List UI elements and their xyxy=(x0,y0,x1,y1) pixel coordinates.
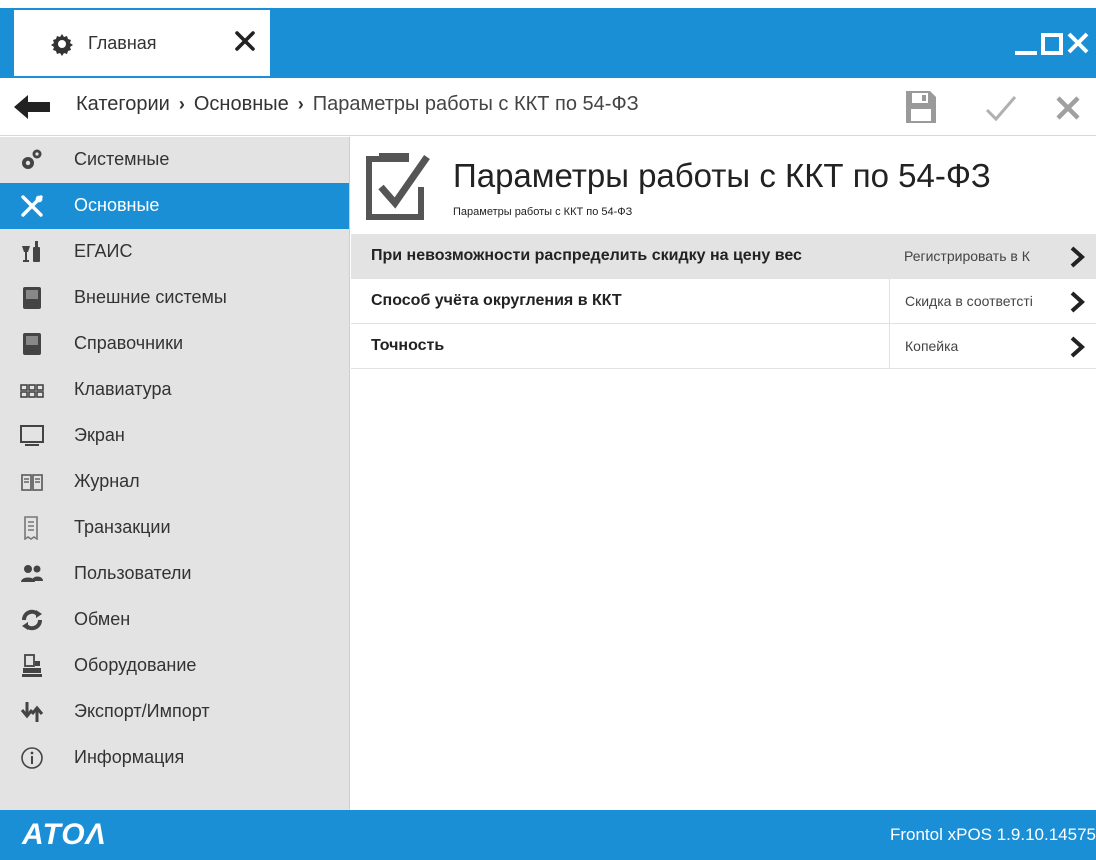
version-label: Frontol xPOS 1.9.10.14575 xyxy=(889,825,1096,844)
sidebar-item-egais[interactable]: ЕГАИС xyxy=(0,229,349,275)
close-icon[interactable] xyxy=(234,30,256,52)
sidebar-item-label: Справочники xyxy=(74,333,184,353)
page-title: Параметры работы с ККТ по 54-ФЗ xyxy=(453,157,991,194)
chevron-right-icon xyxy=(1070,336,1085,358)
open-book-icon xyxy=(21,474,43,491)
setting-value: Копейка xyxy=(889,324,1065,368)
sidebar-item-system[interactable]: Системные xyxy=(0,137,349,183)
sidebar: Системные Основные ЕГАИС Внешние системы… xyxy=(0,137,350,810)
maximize-icon[interactable] xyxy=(1040,28,1064,58)
settings-row-discount-distribution[interactable]: При невозможности распределить скидку на… xyxy=(351,234,1096,279)
brand-logo: ATOΛ xyxy=(22,818,107,851)
back-arrow-icon[interactable] xyxy=(14,95,50,119)
main-panel: Параметры работы с ККТ по 54-ФЗ Параметр… xyxy=(351,137,1096,810)
sidebar-item-label: Обмен xyxy=(74,609,131,629)
status-bar: ATOΛ Frontol xPOS 1.9.10.14575 xyxy=(0,810,1096,860)
breadcrumb-item-categories[interactable]: Категории xyxy=(76,93,170,116)
sidebar-item-equipment[interactable]: Оборудование xyxy=(0,643,349,689)
sidebar-item-users[interactable]: Пользователи xyxy=(0,551,349,597)
checkmark-icon[interactable] xyxy=(985,94,1017,122)
page-subtitle: Параметры работы с ККТ по 54-ФЗ xyxy=(453,206,633,218)
sidebar-item-label: Транзакции xyxy=(74,517,171,537)
users-icon xyxy=(21,565,43,582)
setting-value: Регистрировать в К xyxy=(904,248,1030,264)
sidebar-item-screen[interactable]: Экран xyxy=(0,413,349,459)
gear-icon xyxy=(51,34,73,56)
bottles-icon xyxy=(22,241,40,262)
gears-icon xyxy=(22,149,42,169)
sidebar-item-label: Пользователи xyxy=(74,563,192,583)
sidebar-item-label: Клавиатура xyxy=(74,379,172,399)
sidebar-item-transactions[interactable]: Транзакции xyxy=(0,505,349,551)
tools-icon xyxy=(21,195,43,217)
setting-label: Способ учёта округления в ККТ xyxy=(371,292,622,309)
sidebar-item-label: Основные xyxy=(74,195,160,215)
sidebar-item-label: ЕГАИС xyxy=(74,241,133,261)
tab-label: Главная xyxy=(88,33,157,53)
sync-icon xyxy=(22,609,42,631)
checklist-icon xyxy=(366,153,430,220)
chevron-right-icon xyxy=(1070,246,1085,268)
sidebar-item-label: Внешние системы xyxy=(74,287,227,307)
setting-value: Скидка в соответсті xyxy=(889,279,1065,323)
breadcrumb: Категории › Основные › Параметры работы … xyxy=(76,93,639,116)
window-close-icon[interactable] xyxy=(1066,28,1090,58)
sidebar-item-exchange[interactable]: Обмен xyxy=(0,597,349,643)
sidebar-item-label: Оборудование xyxy=(74,655,197,675)
monitor-icon xyxy=(20,425,44,446)
sidebar-item-label: Системные xyxy=(74,149,170,169)
info-icon xyxy=(21,747,43,769)
keyboard-icon xyxy=(20,384,44,398)
settings-row-rounding-method[interactable]: Способ учёта округления в ККТ Скидка в с… xyxy=(351,279,1096,324)
cancel-icon[interactable] xyxy=(1055,95,1081,121)
sidebar-item-information[interactable]: Информация xyxy=(0,735,349,781)
book-icon xyxy=(23,333,41,355)
tab-home[interactable]: Главная xyxy=(14,10,270,76)
sidebar-item-keyboard[interactable]: Клавиатура xyxy=(0,367,349,413)
breadcrumb-separator: › xyxy=(297,94,304,114)
settings-list: При невозможности распределить скидку на… xyxy=(351,234,1096,369)
cash-register-icon xyxy=(22,654,42,677)
setting-label: Точность xyxy=(371,337,445,354)
breadcrumb-item-current: Параметры работы с ККТ по 54-ФЗ xyxy=(312,93,639,115)
transfer-icon xyxy=(20,702,44,722)
breadcrumb-item-main[interactable]: Основные xyxy=(194,93,289,116)
sidebar-item-label: Экспорт/Импорт xyxy=(74,701,210,721)
book-icon xyxy=(23,287,41,309)
setting-label: При невозможности распределить скидку на… xyxy=(371,247,802,264)
sidebar-item-label: Информация xyxy=(74,747,185,767)
sidebar-item-external-systems[interactable]: Внешние системы xyxy=(0,275,349,321)
sidebar-item-export-import[interactable]: Экспорт/Импорт xyxy=(0,689,349,735)
receipt-icon xyxy=(24,516,38,540)
sidebar-item-main[interactable]: Основные xyxy=(0,183,349,229)
sidebar-item-label: Журнал xyxy=(74,471,140,491)
save-icon[interactable] xyxy=(906,91,936,123)
settings-row-precision[interactable]: Точность Копейка xyxy=(351,324,1096,369)
sidebar-item-journal[interactable]: Журнал xyxy=(0,459,349,505)
title-bar: Главная xyxy=(0,0,1096,78)
breadcrumb-separator: › xyxy=(178,94,185,114)
sidebar-item-directories[interactable]: Справочники xyxy=(0,321,349,367)
minimize-icon[interactable] xyxy=(1014,28,1038,58)
chevron-right-icon xyxy=(1070,291,1085,313)
breadcrumb-bar: Категории › Основные › Параметры работы … xyxy=(0,78,1096,136)
sidebar-item-label: Экран xyxy=(74,425,125,445)
